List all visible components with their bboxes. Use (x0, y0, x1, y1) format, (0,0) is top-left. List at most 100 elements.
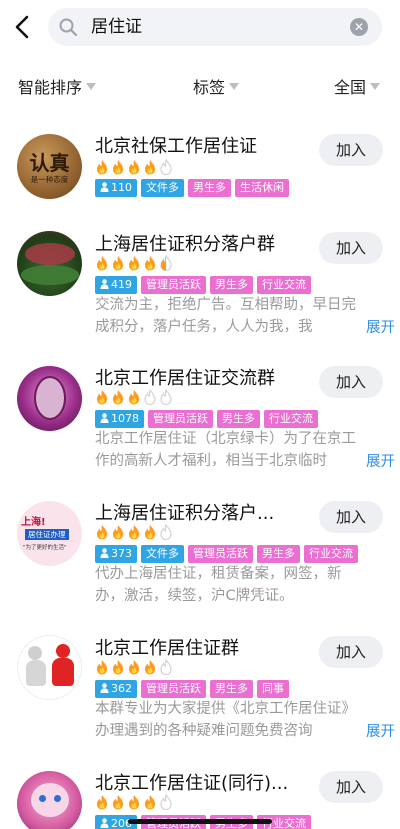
flame-icon (143, 524, 157, 540)
member-count-badge: 1078 (95, 410, 144, 428)
tag: 男生多 (257, 545, 300, 563)
filter-tags[interactable]: 标签 (193, 70, 240, 106)
group-description: 本群专业为大家提供《北京工作居住证》 办理遇到的各种疑难问题免费咨询 (95, 701, 356, 739)
tag: 男生多 (217, 410, 260, 428)
join-button[interactable]: 加入 (319, 134, 383, 166)
flame-icon (95, 389, 109, 405)
flame-icon (143, 255, 157, 271)
tag: 管理员活跃 (148, 410, 213, 428)
tag: 男生多 (210, 680, 253, 698)
flame-icon (111, 659, 125, 675)
avatar-subtext: 居住证办理 (25, 529, 69, 540)
person-icon (100, 182, 109, 192)
chevron-left-icon[interactable] (10, 12, 36, 42)
group-title: 北京社保工作居住证 (95, 136, 257, 157)
join-button[interactable]: 加入 (319, 366, 383, 398)
flame-icon (95, 659, 109, 675)
flame-icon (111, 159, 125, 175)
group-description: 北京工作居住证（北京绿卡）为了在京工 作的高新人才福利，相当于北京临时 (95, 431, 356, 469)
person-icon (100, 413, 109, 423)
home-indicator (128, 819, 272, 824)
join-button[interactable]: 加入 (319, 771, 383, 803)
search-box[interactable]: 居住证 ✕ (48, 8, 382, 46)
flame-icon (143, 159, 157, 175)
top-bar: 居住证 ✕ (0, 0, 400, 56)
group-title: 上海居住证积分落户... (95, 503, 275, 524)
activity-flames (95, 159, 173, 175)
activity-flames (95, 659, 173, 675)
avatar-text: 上海! (21, 517, 46, 528)
flame-empty-icon (143, 389, 157, 405)
flame-icon (127, 159, 141, 175)
flame-icon (95, 524, 109, 540)
flame-icon (127, 255, 141, 271)
avatar (17, 635, 82, 700)
avatar (17, 771, 82, 829)
expand-link[interactable]: 展开 (352, 450, 395, 471)
activity-flames (95, 524, 173, 540)
avatar (17, 366, 82, 431)
tag-row: 110 文件多 男生多 生活休闲 (95, 179, 289, 197)
filter-sort-label: 智能排序 (18, 78, 83, 97)
flame-icon (127, 794, 141, 810)
filter-region-label: 全国 (334, 78, 367, 97)
filter-sort[interactable]: 智能排序 (18, 70, 97, 106)
person-icon (100, 818, 109, 828)
tag: 行业交流 (264, 410, 318, 428)
tag: 行业交流 (257, 276, 311, 294)
avatar-subtext: 是一种态度 (30, 175, 69, 184)
search-icon (59, 18, 78, 37)
flame-icon (111, 524, 125, 540)
clear-icon[interactable]: ✕ (350, 18, 368, 36)
person-icon (100, 279, 109, 289)
tag: 文件多 (141, 545, 184, 563)
tag: 文件多 (141, 179, 184, 197)
avatar-text: 认真 (29, 151, 70, 175)
tag: 男生多 (210, 276, 253, 294)
flame-empty-icon (159, 159, 173, 175)
flame-icon (95, 255, 109, 271)
avatar: 上海! 居住证办理 "为了更好的生活" (17, 501, 82, 566)
filter-region[interactable]: 全国 (334, 70, 381, 106)
tag-row: 1078 管理员活跃 男生多 行业交流 (95, 410, 318, 428)
member-count-badge: 373 (95, 545, 137, 563)
member-count-badge: 419 (95, 276, 137, 294)
flame-icon (111, 389, 125, 405)
flame-empty-icon (159, 524, 173, 540)
dropdown-arrow-icon (86, 83, 97, 90)
flame-empty-icon (159, 659, 173, 675)
expand-link[interactable]: 展开 (352, 720, 395, 741)
group-description: 代办上海居住证，租赁备案，网签，新 办，激活，续签，沪C牌凭证。 (95, 566, 342, 604)
expand-link[interactable]: 展开 (352, 316, 395, 337)
member-count-badge: 110 (95, 179, 137, 197)
tag: 管理员活跃 (141, 680, 206, 698)
group-title: 上海居住证积分落户群 (95, 234, 275, 255)
flame-icon (127, 389, 141, 405)
flame-icon (143, 794, 157, 810)
group-title: 北京工作居住证(同行)... (95, 773, 289, 794)
avatar (17, 231, 82, 296)
dropdown-arrow-icon (370, 83, 381, 90)
tag-row: 419 管理员活跃 男生多 行业交流 (95, 276, 311, 294)
filter-bar: 智能排序 标签 全国 (0, 70, 400, 106)
search-input[interactable]: 居住证 (91, 8, 142, 46)
activity-flames (95, 794, 173, 810)
group-title: 北京工作居住证交流群 (95, 368, 275, 389)
join-button[interactable]: 加入 (319, 232, 383, 264)
person-icon (100, 548, 109, 558)
person-icon (100, 683, 109, 693)
member-count-badge: 362 (95, 680, 137, 698)
flame-icon (143, 659, 157, 675)
flame-half-icon (159, 255, 173, 271)
flame-icon (127, 659, 141, 675)
flame-empty-icon (159, 794, 173, 810)
tag: 行业交流 (304, 545, 358, 563)
activity-flames (95, 389, 173, 405)
join-button[interactable]: 加入 (319, 636, 383, 668)
tag: 生活休闲 (235, 179, 289, 197)
activity-flames (95, 255, 173, 271)
dropdown-arrow-icon (229, 83, 240, 90)
join-button[interactable]: 加入 (319, 501, 383, 533)
flame-icon (111, 794, 125, 810)
tag: 男生多 (188, 179, 231, 197)
